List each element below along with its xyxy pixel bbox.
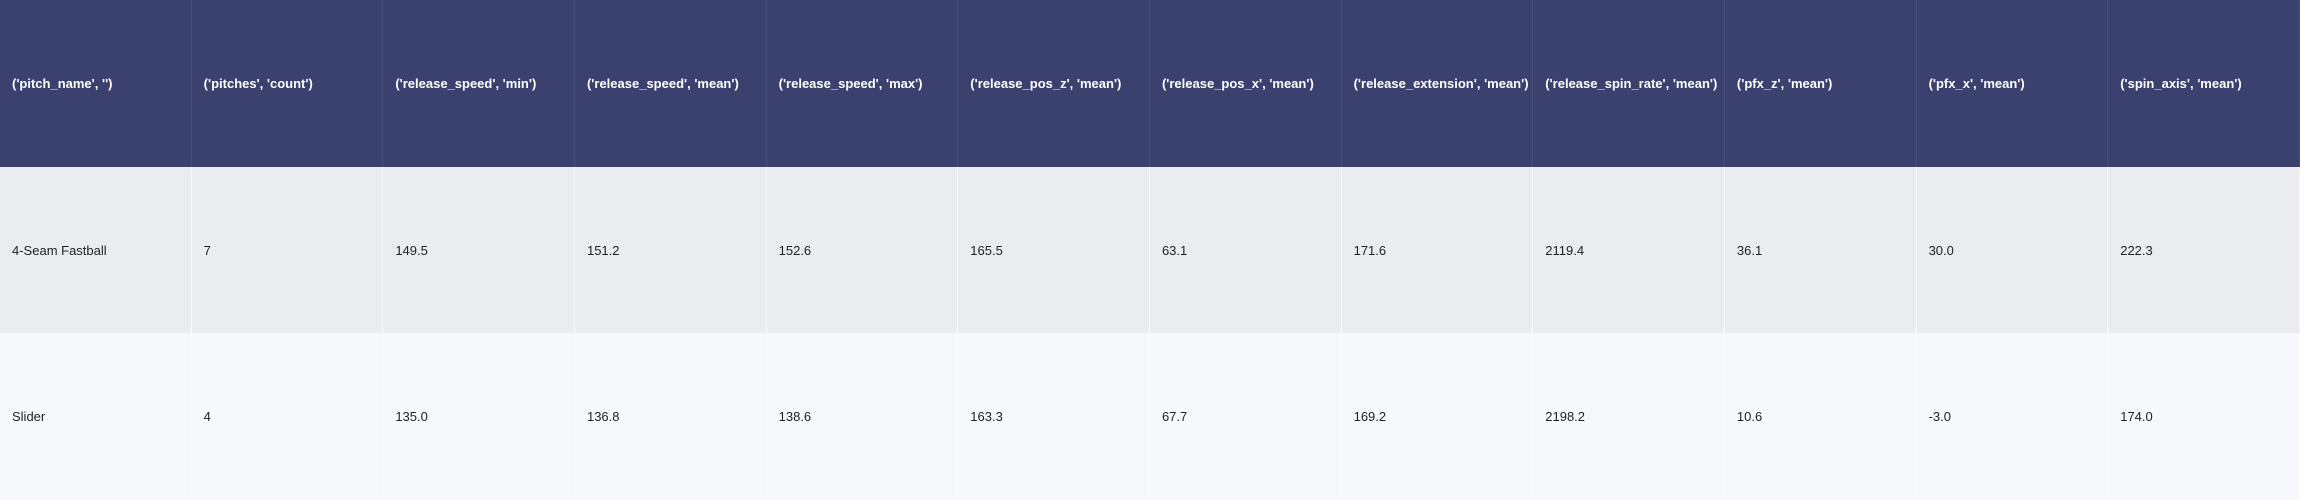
table-cell: 4 <box>192 333 384 500</box>
table-cell: 152.6 <box>767 167 959 333</box>
column-header: ('pitches', 'count') <box>192 0 384 167</box>
table-cell: 169.2 <box>1342 333 1534 500</box>
table-row: 4-Seam Fastball 7 149.5 151.2 152.6 165.5 63.1… <box>0 167 2300 333</box>
table-cell: 2119.4 <box>1533 167 1725 333</box>
column-header: ('release_speed', 'mean') <box>575 0 767 167</box>
table-cell: 222.3 <box>2108 167 2300 333</box>
table-cell: 149.5 <box>383 167 575 333</box>
table-cell: 136.8 <box>575 333 767 500</box>
column-header: ('release_speed', 'max') <box>767 0 959 167</box>
table-row-label: 4-Seam Fastball <box>0 167 192 333</box>
table-cell: 30.0 <box>1917 167 2109 333</box>
table-cell: 63.1 <box>1150 167 1342 333</box>
table-cell: 36.1 <box>1725 167 1917 333</box>
table-cell: 165.5 <box>958 167 1150 333</box>
table-cell: 135.0 <box>383 333 575 500</box>
column-header: ('pfx_x', 'mean') <box>1917 0 2109 167</box>
column-header: ('release_speed', 'min') <box>383 0 575 167</box>
column-header: ('pitch_name', '') <box>0 0 192 167</box>
column-header: ('release_pos_z', 'mean') <box>958 0 1150 167</box>
table-cell: 163.3 <box>958 333 1150 500</box>
table-header-row: ('pitch_name', '') ('pitches', 'count') ('… <box>0 0 2300 167</box>
data-table: ('pitch_name', '') ('pitches', 'count') ('… <box>0 0 2300 500</box>
table-cell: 7 <box>192 167 384 333</box>
column-header: ('release_spin_rate', 'mean') <box>1533 0 1725 167</box>
table-cell: 174.0 <box>2108 333 2300 500</box>
table-row: Slider 4 135.0 136.8 138.6 163.3 67.7 169.2 2198… <box>0 333 2300 500</box>
table-row-label: Slider <box>0 333 192 500</box>
column-header: ('pfx_z', 'mean') <box>1725 0 1917 167</box>
table-cell: 10.6 <box>1725 333 1917 500</box>
column-header: ('release_extension', 'mean') <box>1342 0 1534 167</box>
table-cell: 67.7 <box>1150 333 1342 500</box>
column-header: ('spin_axis', 'mean') <box>2108 0 2300 167</box>
table-cell: 171.6 <box>1342 167 1534 333</box>
table-cell: 138.6 <box>767 333 959 500</box>
table-cell: 2198.2 <box>1533 333 1725 500</box>
table-cell: -3.0 <box>1917 333 2109 500</box>
column-header: ('release_pos_x', 'mean') <box>1150 0 1342 167</box>
table-cell: 151.2 <box>575 167 767 333</box>
